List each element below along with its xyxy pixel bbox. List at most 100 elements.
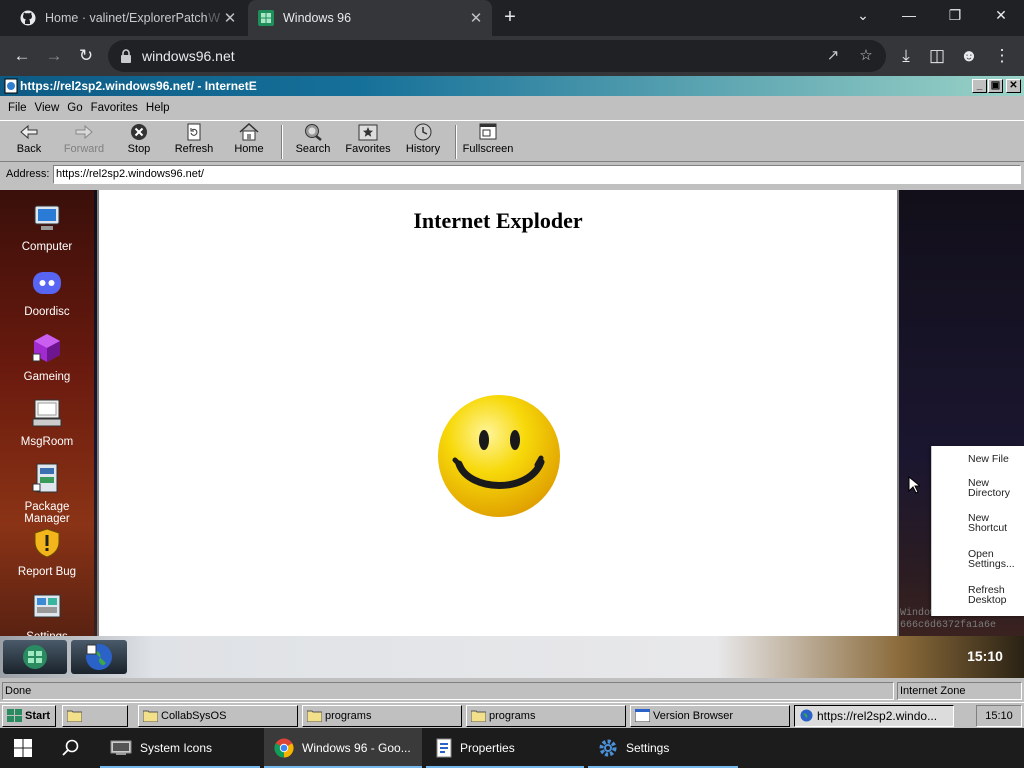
- ie-forward-button[interactable]: Forward: [58, 123, 110, 161]
- windows-taskbar: System Icons Windows 96 - Goo... Propert…: [0, 728, 1024, 768]
- ctx-open-settings[interactable]: Open Settings...: [968, 549, 1020, 570]
- desktop-icon-gameing[interactable]: Gameing: [6, 332, 88, 383]
- tab-search-dropdown-icon[interactable]: ⌄: [840, 0, 886, 30]
- ie-address-bar: Address: https://rel2sp2.windows96.net/: [0, 164, 1024, 186]
- ctx-refresh-desktop[interactable]: Refresh Desktop: [968, 585, 1020, 606]
- ie-toolbar: Back Forward Stop Refresh Home Search Fa…: [0, 120, 1024, 162]
- ie-favorites-label: Favorites: [345, 143, 391, 155]
- taskbar-item-label: https://rel2sp2.windo...: [817, 709, 938, 723]
- taskbar-app-properties[interactable]: Properties: [426, 728, 584, 768]
- ie-restore-button[interactable]: ▣: [988, 79, 1003, 93]
- win96-pinned-globe[interactable]: [71, 640, 127, 674]
- windows-logo-icon: [7, 709, 22, 722]
- taskbar-item-programs-2[interactable]: programs: [466, 705, 626, 727]
- tab-explorerpatcher[interactable]: Home · valinet/ExplorerPatcher W ✕: [8, 0, 246, 36]
- favorites-icon: [358, 124, 378, 141]
- windows-start-icon: [14, 739, 32, 757]
- report-bug-shield-icon: [34, 528, 60, 558]
- taskbar-app-label: Properties: [460, 741, 515, 755]
- taskbar-app-settings[interactable]: Settings: [588, 728, 738, 768]
- start-label: Start: [25, 710, 51, 722]
- menu-help[interactable]: Help: [146, 98, 170, 118]
- windows96-tab-icon: [258, 10, 274, 26]
- lock-icon: [121, 49, 131, 63]
- tab-title: Home · valinet/ExplorerPatcher: [45, 11, 209, 25]
- desktop-icon-doordisc[interactable]: Doordisc: [6, 267, 88, 318]
- back-arrow-icon[interactable]: ←: [10, 44, 34, 68]
- win96-inner-taskbar: 15:10: [0, 636, 1024, 678]
- tab-close-icon[interactable]: ✕: [220, 9, 240, 27]
- taskbar-item-collabsysos[interactable]: CollabSysOS: [138, 705, 298, 727]
- desktop-context-menu: New File New Directory New Shortcut Open…: [931, 446, 1024, 616]
- taskbar-item-ie-active[interactable]: https://rel2sp2.windo...: [794, 705, 954, 727]
- taskbar-app-chrome[interactable]: Windows 96 - Goo...: [264, 728, 422, 768]
- stop-icon: [131, 124, 147, 140]
- ie-favorites-button[interactable]: Favorites: [344, 123, 392, 161]
- ctx-new-file[interactable]: New File: [968, 454, 1020, 465]
- folder-icon: [67, 710, 82, 722]
- ie-forward-label: Forward: [63, 143, 105, 155]
- kebab-menu-icon[interactable]: ⋮: [990, 44, 1014, 68]
- windows-start-button[interactable]: [0, 728, 48, 768]
- taskbar-app-label: Settings: [626, 741, 670, 755]
- download-icon[interactable]: ⤓: [894, 44, 918, 68]
- omnibox[interactable]: windows96.net ↗ ☆: [108, 40, 886, 72]
- taskbar-item-folder[interactable]: [62, 705, 128, 727]
- menu-view[interactable]: View: [35, 98, 60, 118]
- chrome-icon: [274, 738, 294, 758]
- minimize-button[interactable]: —: [886, 0, 932, 30]
- ie-refresh-button[interactable]: Refresh: [170, 123, 218, 161]
- profile-avatar-icon[interactable]: ☻: [957, 44, 981, 68]
- taskbar-item-programs-1[interactable]: programs: [302, 705, 462, 727]
- ie-search-button[interactable]: Search: [292, 123, 334, 161]
- exploder-web-page: Internet Exploder: [97, 190, 899, 636]
- tab-windows96[interactable]: Windows 96 ✕: [248, 0, 492, 36]
- share-icon[interactable]: ↗: [823, 46, 843, 66]
- ie-search-label: Search: [295, 143, 331, 155]
- ie-stop-button[interactable]: Stop: [120, 123, 158, 161]
- desktop-icon-package-manager[interactable]: Package Manager: [6, 462, 88, 525]
- ie-home-button[interactable]: Home: [228, 123, 270, 161]
- taskbar-item-label: programs: [325, 710, 372, 722]
- ctx-new-shortcut[interactable]: New Shortcut: [968, 513, 1020, 534]
- close-button[interactable]: ✕: [978, 0, 1024, 30]
- ie-titlebar[interactable]: https://rel2sp2.windows96.net/ - Interne…: [0, 76, 1024, 96]
- desktop-icon-label: Package Manager: [24, 501, 70, 525]
- win96-start-button[interactable]: Start: [2, 705, 56, 727]
- history-icon: [414, 123, 432, 141]
- taskbar-app-label: Windows 96 - Goo...: [302, 741, 411, 755]
- tab-close-icon[interactable]: ✕: [466, 9, 486, 27]
- taskbar-app-system-icons[interactable]: System Icons: [100, 728, 260, 768]
- ctx-new-directory[interactable]: New Directory: [968, 478, 1020, 499]
- ie-fullscreen-button[interactable]: Fullscreen: [462, 123, 514, 161]
- discord-icon: [33, 272, 61, 294]
- menu-favorites[interactable]: Favorites: [91, 98, 138, 118]
- gear-icon: [599, 739, 617, 757]
- ie-back-button[interactable]: Back: [8, 123, 50, 161]
- ie-minimize-button[interactable]: _: [972, 79, 987, 93]
- reload-icon[interactable]: ↻: [74, 44, 98, 68]
- menu-go[interactable]: Go: [67, 98, 82, 118]
- ie-content-area: Computer Doordisc Gameing MsgRoom Packag…: [0, 190, 1024, 714]
- chrome-tab-strip: Home · valinet/ExplorerPatcher W ✕ Windo…: [0, 0, 1024, 36]
- maximize-button[interactable]: ❐: [932, 0, 978, 30]
- menu-file[interactable]: File: [8, 98, 27, 118]
- ie-stop-label: Stop: [127, 143, 151, 155]
- bookmark-star-icon[interactable]: ☆: [856, 46, 876, 66]
- ie-title-text: https://rel2sp2.windows96.net/ - Interne…: [20, 79, 257, 93]
- ie-back-label: Back: [16, 143, 42, 155]
- windows-search-button[interactable]: [48, 728, 96, 768]
- desktop-icon-report-bug[interactable]: Report Bug: [6, 527, 88, 578]
- side-panel-icon[interactable]: ◫: [925, 44, 949, 68]
- desktop-icon-computer[interactable]: Computer: [6, 202, 88, 253]
- desktop-icon-msgroom[interactable]: MsgRoom: [6, 397, 88, 448]
- address-input[interactable]: https://rel2sp2.windows96.net/: [53, 165, 1021, 184]
- desktop-icon-label: Gameing: [23, 371, 71, 383]
- forward-arrow-icon[interactable]: →: [42, 44, 66, 68]
- new-tab-button[interactable]: +: [500, 7, 520, 27]
- taskbar-item-label: programs: [489, 710, 536, 722]
- win96-start-orb[interactable]: [3, 640, 67, 674]
- ie-close-button[interactable]: ✕: [1006, 79, 1021, 93]
- ie-history-button[interactable]: History: [402, 123, 444, 161]
- taskbar-item-version-browser[interactable]: Version Browser: [630, 705, 790, 727]
